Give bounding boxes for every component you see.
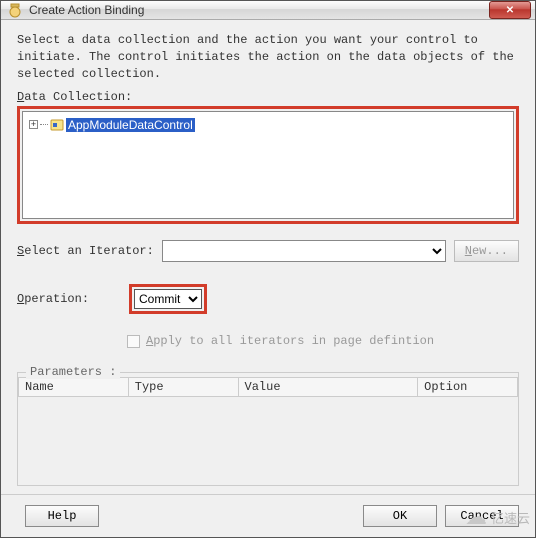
iterator-row: Select an Iterator: New...	[17, 240, 519, 262]
col-option: Option	[418, 378, 518, 397]
dialog-footer: Help OK Cancel	[1, 494, 535, 537]
col-value: Value	[238, 378, 418, 397]
help-button[interactable]: Help	[25, 505, 99, 527]
operation-highlight: Commit	[129, 284, 207, 314]
operation-row: Operation: Commit	[17, 284, 519, 314]
data-collection-highlight: + AppModuleDataControl	[17, 106, 519, 224]
datacontrol-icon	[50, 118, 64, 132]
data-collection-tree[interactable]: + AppModuleDataControl	[22, 111, 514, 219]
tree-root-label: AppModuleDataControl	[66, 118, 195, 132]
parameters-table: Name Type Value Option	[18, 377, 518, 397]
col-type: Type	[128, 378, 238, 397]
apply-all-label: Apply to all iterators in page defintion	[146, 334, 434, 348]
col-name: Name	[19, 378, 129, 397]
apply-all-row: Apply to all iterators in page defintion	[127, 334, 519, 348]
parameters-body	[18, 397, 518, 485]
tree-connector	[40, 124, 48, 125]
operation-label: Operation:	[17, 292, 117, 306]
parameters-group: Parameters : Name Type Value Option	[17, 372, 519, 486]
operation-select[interactable]: Commit	[134, 289, 202, 309]
expand-icon[interactable]: +	[29, 120, 38, 129]
new-iterator-button[interactable]: New...	[454, 240, 519, 262]
iterator-select[interactable]	[162, 240, 446, 262]
dialog-window: Create Action Binding ✕ Select a data co…	[0, 0, 536, 538]
app-icon	[7, 2, 23, 18]
parameters-legend: Parameters :	[26, 365, 120, 379]
window-title: Create Action Binding	[29, 3, 489, 17]
apply-all-checkbox	[127, 335, 140, 348]
intro-text: Select a data collection and the action …	[17, 32, 519, 82]
close-icon: ✕	[506, 5, 514, 16]
close-button[interactable]: ✕	[489, 1, 531, 19]
ok-button[interactable]: OK	[363, 505, 437, 527]
titlebar: Create Action Binding ✕	[1, 1, 535, 20]
dialog-content: Select a data collection and the action …	[1, 20, 535, 494]
table-header-row: Name Type Value Option	[19, 378, 518, 397]
cancel-button[interactable]: Cancel	[445, 505, 519, 527]
iterator-label: Select an Iterator:	[17, 244, 154, 258]
tree-root-node[interactable]: + AppModuleDataControl	[29, 117, 195, 133]
data-collection-label: Data Collection:	[17, 90, 519, 104]
